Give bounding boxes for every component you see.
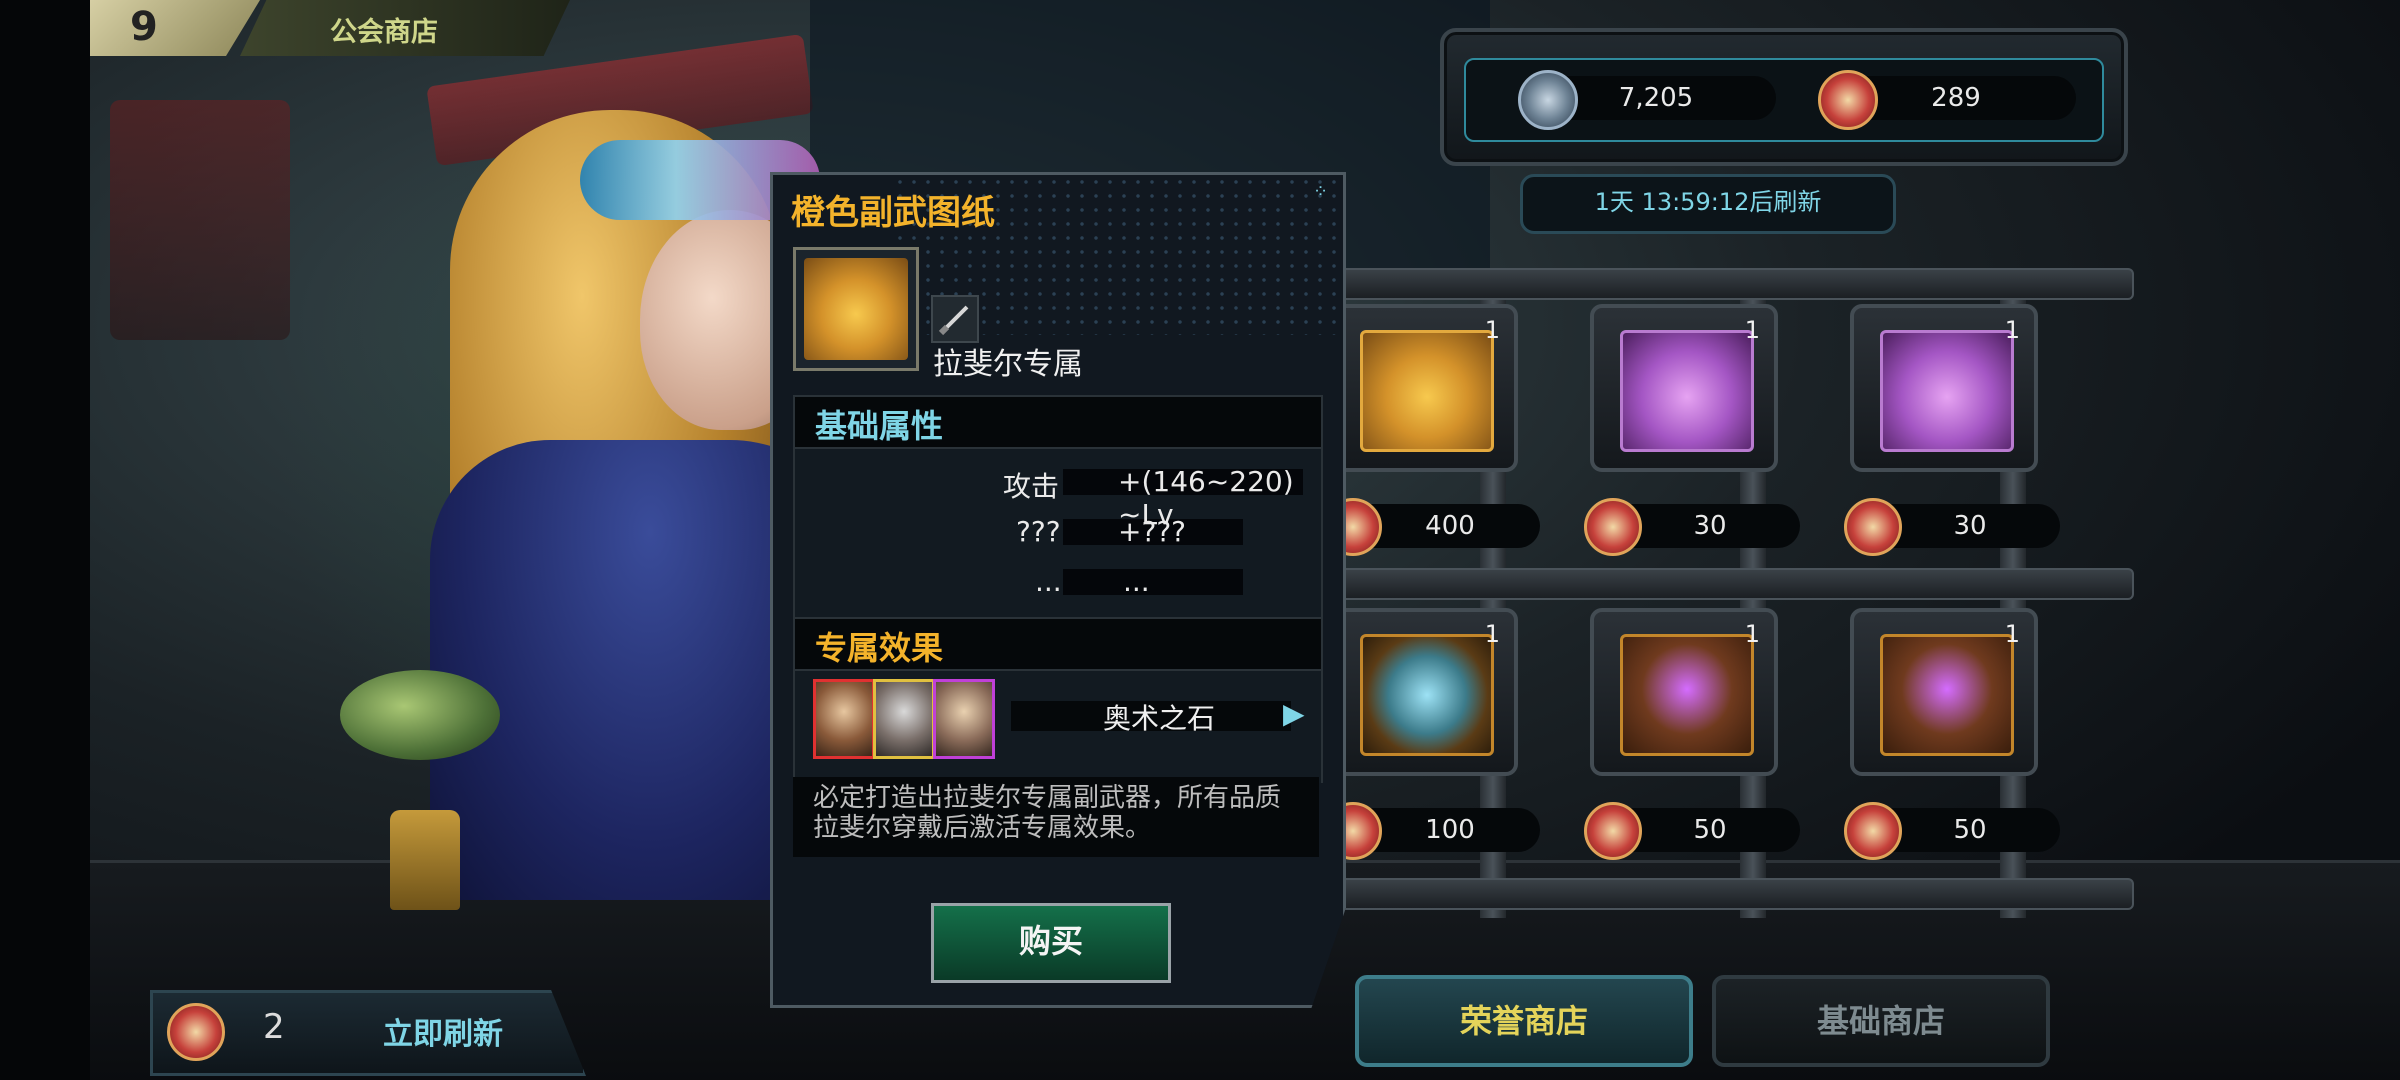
back-logo-icon[interactable]: 9 (90, 0, 260, 56)
price-value: 30 (1693, 511, 1727, 541)
stat-label-unknown: ??? (1016, 515, 1061, 548)
chest-icon (1620, 634, 1754, 756)
price-value: 50 (1693, 815, 1727, 845)
item-qty: 1 (1484, 316, 1500, 344)
hero-portrait-gold[interactable] (873, 679, 935, 759)
knife-icon (931, 295, 979, 343)
shop-item-slot[interactable]: 1 (1590, 608, 1778, 776)
item-qty: 1 (1744, 316, 1760, 344)
shelf-rail (1310, 878, 2134, 910)
shop-title-tab[interactable]: 9 公会商店 (90, 0, 570, 56)
price-value: 30 (1953, 511, 1987, 541)
basic-attributes-header: 基础属性 (793, 395, 1323, 449)
boots-icon (1620, 330, 1754, 452)
price-value: 400 (1425, 511, 1475, 541)
shop-shelf: 1 1 1 400 30 30 1 1 1 100 50 50 (1310, 268, 2134, 918)
item-icon (793, 247, 919, 371)
lamp-figure (390, 810, 460, 910)
stat-bar (1063, 569, 1243, 595)
price-value: 50 (1953, 815, 1987, 845)
tab-basic-shop[interactable]: 基础商店 (1712, 975, 2050, 1067)
description-text: 必定打造出拉斐尔专属副武器，所有品质拉斐尔穿戴后激活专属效果。 (813, 783, 1282, 843)
currency-inner: 7,205 289 (1464, 58, 2104, 142)
refresh-label: 立即刷新 (383, 1017, 503, 1052)
hero-portrait-purple[interactable] (933, 679, 995, 759)
chest-icon (1880, 634, 2014, 756)
item-qty: 1 (2004, 620, 2020, 648)
basic-attributes-title: 基础属性 (815, 407, 944, 445)
honor-coin-icon (167, 1003, 225, 1061)
logo-text: 9 (130, 4, 158, 50)
arcane-stone-label: 奥术之石 (1103, 702, 1216, 735)
shelf-rail (1310, 268, 2134, 300)
tab-honor-shop[interactable]: 荣誉商店 (1355, 975, 1693, 1067)
exclusive-effect-header: 专属效果 (793, 617, 1323, 671)
blueprint-icon (804, 258, 908, 360)
play-icon[interactable]: ▶ (1283, 697, 1305, 730)
item-price[interactable]: 100 (1324, 802, 1540, 860)
item-qty: 1 (2004, 316, 2020, 344)
refresh-timer: 1天 13:59:12后刷新 (1520, 174, 1896, 234)
hero-portrait-red[interactable] (813, 679, 875, 759)
item-detail-popup: ⁘ 橙色副武图纸 拉斐尔专属 基础属性 攻击 +(146~220) ~Lv ??… (770, 172, 1346, 1008)
stat-value-more: ... (1123, 565, 1150, 598)
shop-item-slot[interactable]: 1 (1850, 304, 2038, 472)
page-title: 公会商店 (330, 17, 438, 48)
stat-label-attack: 攻击 (1003, 470, 1060, 503)
currency-silver: 7,205 (1518, 70, 1776, 130)
popup-corner-icon: ⁘ (1313, 181, 1329, 202)
bird-figure (340, 670, 500, 760)
refresh-button[interactable]: 2 立即刷新 (150, 990, 586, 1076)
refresh-count: 2 (263, 1007, 285, 1047)
blueprint-icon (1360, 330, 1494, 452)
honor-value: 289 (1931, 83, 1981, 113)
stat-label-more: ... (1035, 565, 1062, 598)
shop-item-slot[interactable]: 1 (1330, 608, 1518, 776)
item-price[interactable]: 30 (1844, 498, 2060, 556)
item-price[interactable]: 50 (1844, 802, 2060, 860)
item-qty: 1 (1744, 620, 1760, 648)
silver-value: 7,205 (1618, 83, 1694, 113)
item-price[interactable]: 400 (1324, 498, 1540, 556)
background-machine (110, 100, 290, 340)
item-price[interactable]: 30 (1584, 498, 1800, 556)
shop-item-slot[interactable]: 1 (1850, 608, 2038, 776)
item-price[interactable]: 50 (1584, 802, 1800, 860)
popup-title: 橙色副武图纸 (791, 193, 995, 233)
shop-item-slot[interactable]: 1 (1330, 304, 1518, 472)
shelf-rail (1310, 568, 2134, 600)
exclusive-effect-title: 专属效果 (815, 629, 944, 667)
gun-icon (1880, 330, 2014, 452)
hero-portraits[interactable] (813, 679, 1003, 759)
fan-icon (1360, 634, 1494, 756)
exclusive-to-label: 拉斐尔专属 (933, 347, 1083, 382)
shop-item-slot[interactable]: 1 (1590, 304, 1778, 472)
buy-button[interactable]: 购买 (931, 903, 1171, 983)
currency-honor: 289 (1818, 70, 2076, 130)
price-value: 100 (1425, 815, 1475, 845)
currency-panel: 7,205 289 (1440, 28, 2128, 166)
item-qty: 1 (1484, 620, 1500, 648)
stat-value-unknown: +??? (1118, 515, 1187, 548)
